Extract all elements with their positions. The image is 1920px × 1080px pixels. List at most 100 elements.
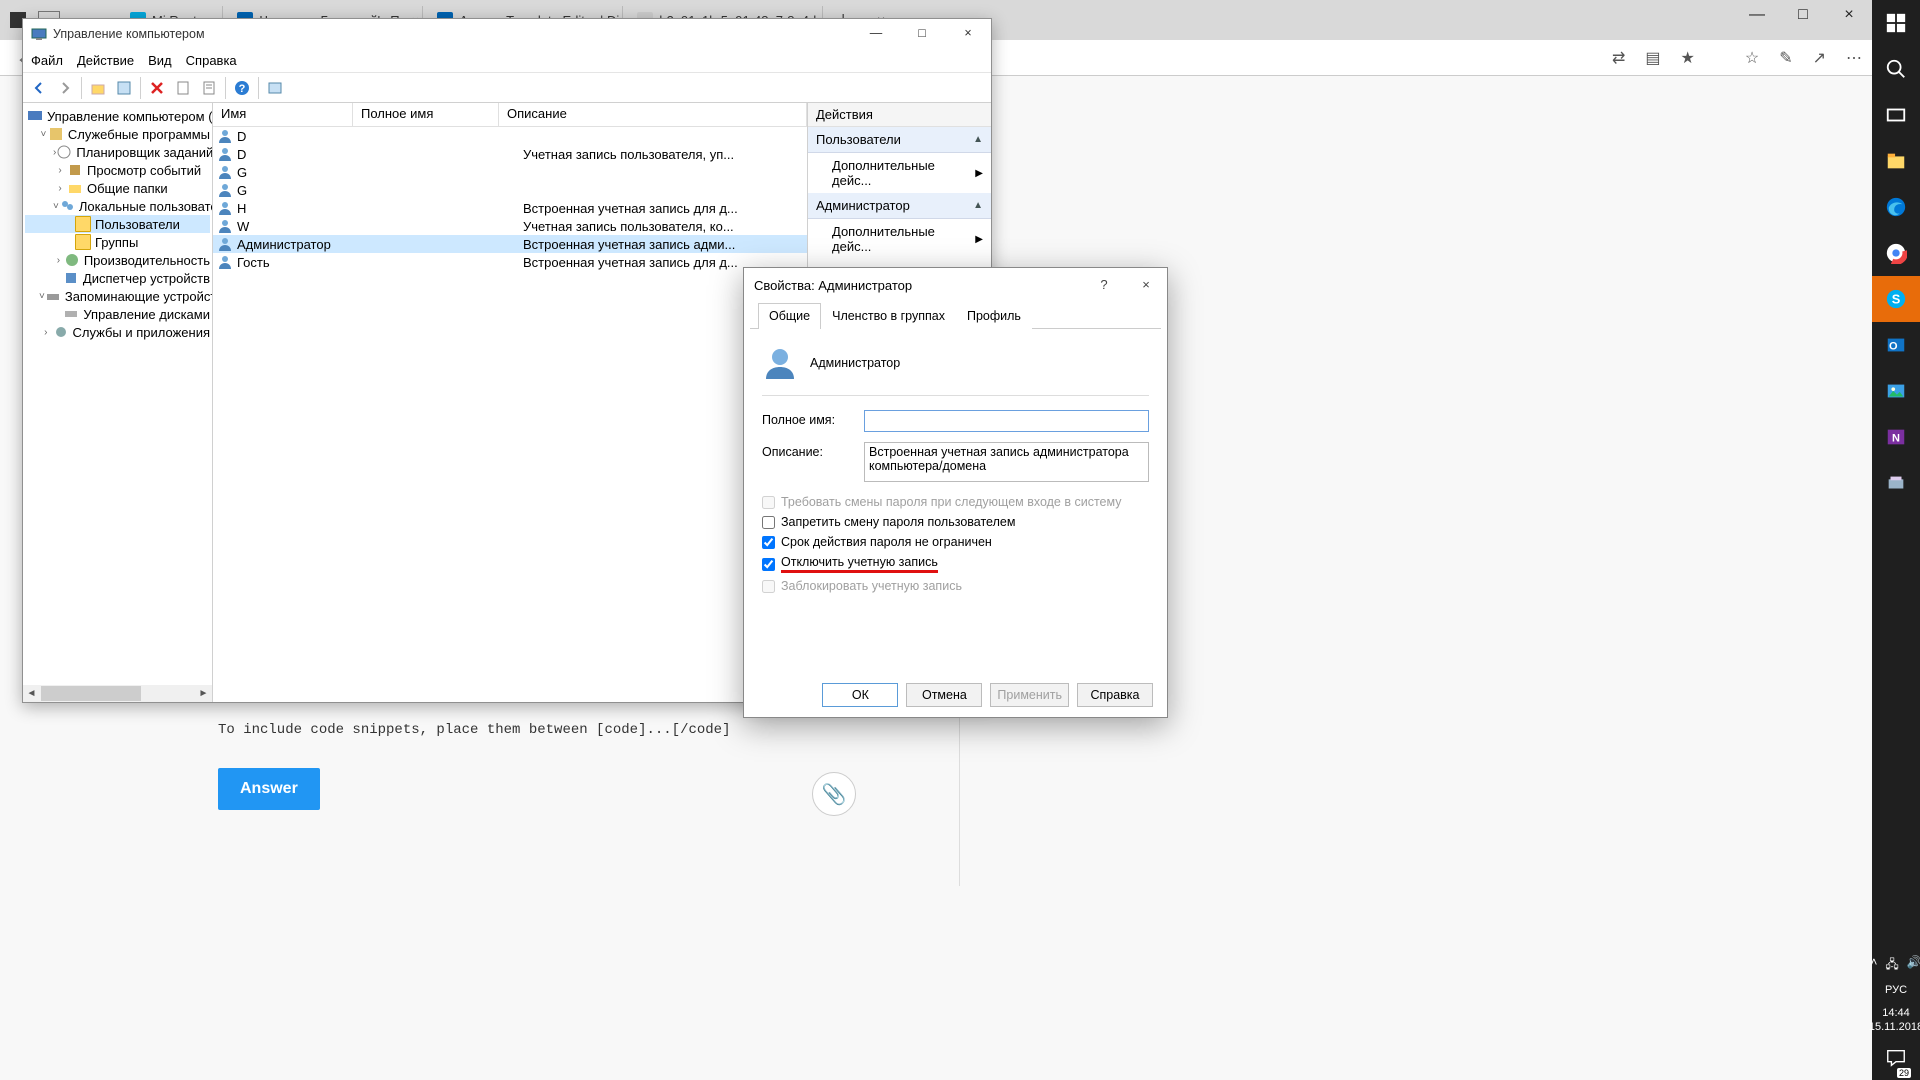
back-icon[interactable] xyxy=(27,76,51,100)
attach-button[interactable]: 📎 xyxy=(812,772,856,816)
notes-icon[interactable]: ✎ xyxy=(1779,48,1792,68)
refresh-icon[interactable] xyxy=(171,76,195,100)
tree-users[interactable]: Пользователи xyxy=(25,215,210,233)
tree-local-users[interactable]: ˅Локальные пользовате xyxy=(25,197,210,215)
maximize-button[interactable]: □ xyxy=(1780,0,1826,30)
users-list[interactable]: Имя Полное имя Описание DDУчетная запись… xyxy=(213,103,808,702)
properties-icon[interactable] xyxy=(112,76,136,100)
tree-event-viewer[interactable]: ›Просмотр событий xyxy=(25,161,210,179)
tree-root[interactable]: Управление компьютером (ло xyxy=(25,107,210,125)
list-row[interactable]: HВстроенная учетная запись для д... xyxy=(213,199,807,217)
list-row[interactable]: D xyxy=(213,127,807,145)
onenote-icon[interactable]: N xyxy=(1872,414,1920,460)
scroll-left-icon[interactable]: ◄ xyxy=(23,688,40,699)
network-icon[interactable]: 🖧 xyxy=(1885,955,1898,976)
edge-icon[interactable] xyxy=(1872,184,1920,230)
tree-system-tools[interactable]: ˅Служебные программы xyxy=(25,125,210,143)
list-header[interactable]: Имя Полное имя Описание xyxy=(213,103,807,127)
windows-taskbar[interactable]: S O N ˄ 🖧 🔊 РУС 14:44 15.11.2018 29 xyxy=(1872,0,1920,1080)
menu-view[interactable]: Вид xyxy=(148,53,172,68)
tree-performance[interactable]: ›Производительность xyxy=(25,251,210,269)
skype-icon[interactable]: S xyxy=(1872,276,1920,322)
minimize-button[interactable]: — xyxy=(1734,0,1780,30)
language-indicator[interactable]: РУС xyxy=(1885,980,1907,1000)
photos-icon[interactable] xyxy=(1872,368,1920,414)
fullname-input[interactable] xyxy=(864,410,1149,432)
tab-profile[interactable]: Профиль xyxy=(956,303,1032,329)
help-button[interactable]: ? xyxy=(1083,268,1125,300)
menu-action[interactable]: Действие xyxy=(77,53,134,68)
ok-button[interactable]: ОК xyxy=(822,683,898,707)
column-description[interactable]: Описание xyxy=(499,103,807,126)
outlook-icon[interactable]: O xyxy=(1872,322,1920,368)
window-titlebar[interactable]: Управление компьютером — □ × xyxy=(23,19,991,49)
forward-icon[interactable] xyxy=(53,76,77,100)
more-icon[interactable]: ⋯ xyxy=(1846,48,1862,68)
checkbox[interactable] xyxy=(762,558,775,571)
navigation-tree[interactable]: Управление компьютером (ло ˅Служебные пр… xyxy=(23,103,213,702)
tree-shared-folders[interactable]: ›Общие папки xyxy=(25,179,210,197)
up-icon[interactable] xyxy=(86,76,110,100)
taskbar-clock[interactable]: 14:44 15.11.2018 xyxy=(1869,1000,1920,1040)
list-row[interactable]: WУчетная запись пользователя, ко... xyxy=(213,217,807,235)
minimize-button[interactable]: — xyxy=(853,19,899,47)
horizontal-scrollbar[interactable]: ◄ ► xyxy=(23,685,212,702)
dialog-titlebar[interactable]: Свойства: Администратор ? × xyxy=(744,268,1167,302)
help-button[interactable]: Справка xyxy=(1077,683,1153,707)
tree-groups[interactable]: Группы xyxy=(25,233,210,251)
help-icon[interactable]: ? xyxy=(230,76,254,100)
close-button[interactable]: × xyxy=(945,19,991,47)
translate-icon[interactable]: ⇄ xyxy=(1612,48,1625,68)
favorites-icon[interactable]: ☆ xyxy=(1745,48,1759,68)
tree-scheduler[interactable]: ›Планировщик заданий xyxy=(25,143,210,161)
tree-device-manager[interactable]: Диспетчер устройств xyxy=(25,269,210,287)
actions-more-admin[interactable]: Дополнительные дейс...▶ xyxy=(808,219,991,259)
delete-icon[interactable] xyxy=(145,76,169,100)
favorite-star-icon[interactable]: ★ xyxy=(1681,48,1695,68)
close-button[interactable]: × xyxy=(1125,268,1167,300)
list-row[interactable]: АдминистраторВстроенная учетная запись а… xyxy=(213,235,807,253)
menu-help[interactable]: Справка xyxy=(186,53,237,68)
scanner-icon[interactable] xyxy=(1872,460,1920,506)
answer-button[interactable]: Answer xyxy=(218,768,320,810)
search-icon[interactable] xyxy=(1872,46,1920,92)
checkbox[interactable] xyxy=(762,516,775,529)
maximize-button[interactable]: □ xyxy=(899,19,945,47)
scroll-thumb[interactable] xyxy=(41,686,141,701)
description-input[interactable]: Встроенная учетная запись администратора… xyxy=(864,442,1149,482)
checkbox-never-expire[interactable]: Срок действия пароля не ограничен xyxy=(762,532,1149,552)
toolbar-extra-icon[interactable] xyxy=(263,76,287,100)
checkbox-prevent-change[interactable]: Запретить смену пароля пользователем xyxy=(762,512,1149,532)
tab-general[interactable]: Общие xyxy=(758,303,821,329)
tray-up-icon[interactable]: ˄ xyxy=(1870,955,1877,976)
checkbox-disable-account[interactable]: Отключить учетную запись xyxy=(762,552,1149,576)
list-row[interactable]: ГостьВстроенная учетная запись для д... xyxy=(213,253,807,271)
column-fullname[interactable]: Полное имя xyxy=(353,103,499,126)
volume-icon[interactable]: 🔊 xyxy=(1907,955,1920,976)
actions-more-users[interactable]: Дополнительные дейс...▶ xyxy=(808,153,991,193)
tree-services-apps[interactable]: ›Службы и приложения xyxy=(25,323,210,341)
tree-disk-mgmt[interactable]: Управление дисками xyxy=(25,305,210,323)
cancel-button[interactable]: Отмена xyxy=(906,683,982,707)
list-row[interactable]: G xyxy=(213,163,807,181)
explorer-icon[interactable] xyxy=(1872,138,1920,184)
chrome-icon[interactable] xyxy=(1872,230,1920,276)
system-tray[interactable]: ˄ 🖧 🔊 xyxy=(1870,951,1920,980)
scroll-right-icon[interactable]: ► xyxy=(195,688,212,699)
export-icon[interactable] xyxy=(197,76,221,100)
tab-member-of[interactable]: Членство в группах xyxy=(821,303,956,329)
close-button[interactable]: × xyxy=(1826,0,1872,30)
task-view-icon[interactable] xyxy=(1872,92,1920,138)
column-name[interactable]: Имя xyxy=(213,103,353,126)
start-button[interactable] xyxy=(1872,0,1920,46)
menu-file[interactable]: Файл xyxy=(31,53,63,68)
actions-group-admin[interactable]: Администратор▲ xyxy=(808,193,991,219)
reading-icon[interactable]: ▤ xyxy=(1645,48,1660,68)
action-center-icon[interactable]: 29 xyxy=(1872,1040,1920,1080)
share-icon[interactable]: ↗ xyxy=(1813,48,1826,68)
list-row[interactable]: DУчетная запись пользователя, уп... xyxy=(213,145,807,163)
actions-group-users[interactable]: Пользователи▲ xyxy=(808,127,991,153)
list-row[interactable]: G xyxy=(213,181,807,199)
checkbox[interactable] xyxy=(762,536,775,549)
tree-storage[interactable]: ˅Запоминающие устройств xyxy=(25,287,210,305)
